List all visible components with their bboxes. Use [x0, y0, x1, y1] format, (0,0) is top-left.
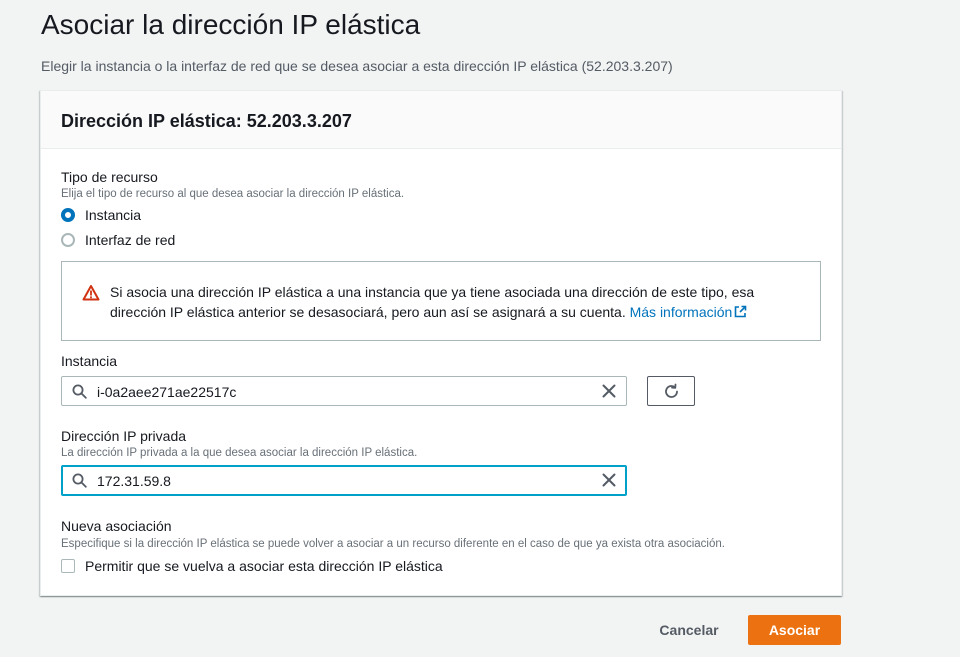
- warning-alert: Si asocia una dirección IP elástica a un…: [61, 261, 821, 341]
- instance-value[interactable]: i-0a2aee271ae22517c: [97, 383, 236, 401]
- private-ip-input[interactable]: 172.31.59.8: [61, 465, 627, 496]
- allow-reassociation-option[interactable]: Permitir que se vuelva a asociar esta di…: [61, 557, 443, 575]
- alert-message: Si asocia una dirección IP elástica a un…: [110, 282, 810, 322]
- refresh-button[interactable]: [647, 376, 695, 406]
- search-icon: [72, 384, 87, 399]
- reassociation-label: Nueva asociación: [61, 518, 172, 534]
- resource-type-description: Elija el tipo de recurso al que desea as…: [61, 188, 405, 200]
- more-info-link[interactable]: Más información: [630, 304, 748, 320]
- panel-title: Dirección IP elástica: 52.203.3.207: [61, 111, 352, 131]
- instance-label: Instancia: [61, 353, 118, 369]
- search-icon: [72, 473, 87, 488]
- cancel-button[interactable]: Cancelar: [648, 615, 730, 645]
- radio-option-network-interface[interactable]: Interfaz de red: [61, 230, 175, 250]
- radio-label-instance[interactable]: Instancia: [85, 206, 141, 224]
- radio-button-instance[interactable]: [61, 208, 75, 222]
- association-panel: Dirección IP elástica: 52.203.3.207 Tipo…: [40, 90, 842, 596]
- warning-triangle-icon: [82, 285, 100, 301]
- page-description: Elegir la instancia o la interfaz de red…: [41, 58, 673, 74]
- associate-button[interactable]: Asociar: [748, 615, 841, 645]
- radio-option-instance[interactable]: Instancia: [61, 205, 141, 225]
- clear-icon[interactable]: [602, 384, 616, 398]
- clear-icon[interactable]: [602, 473, 616, 487]
- radio-label-network-interface[interactable]: Interfaz de red: [85, 231, 175, 249]
- page-title: Asociar la dirección IP elástica: [41, 9, 421, 40]
- private-ip-description: La dirección IP privada a la que desea a…: [61, 447, 418, 459]
- reassociation-description: Especifique si la dirección IP elástica …: [61, 538, 725, 550]
- radio-button-network-interface[interactable]: [61, 233, 75, 247]
- allow-reassociation-label[interactable]: Permitir que se vuelva a asociar esta di…: [85, 557, 443, 575]
- instance-input[interactable]: i-0a2aee271ae22517c: [61, 376, 627, 406]
- more-info-link-label[interactable]: Más información: [630, 304, 733, 320]
- resource-type-label: Tipo de recurso: [61, 169, 158, 185]
- private-ip-value[interactable]: 172.31.59.8: [97, 472, 171, 490]
- external-link-icon[interactable]: [734, 305, 747, 318]
- allow-reassociation-checkbox[interactable]: [61, 559, 75, 573]
- panel-header: Dirección IP elástica: 52.203.3.207: [41, 91, 841, 149]
- refresh-icon[interactable]: [663, 383, 680, 400]
- private-ip-label: Dirección IP privada: [61, 428, 187, 444]
